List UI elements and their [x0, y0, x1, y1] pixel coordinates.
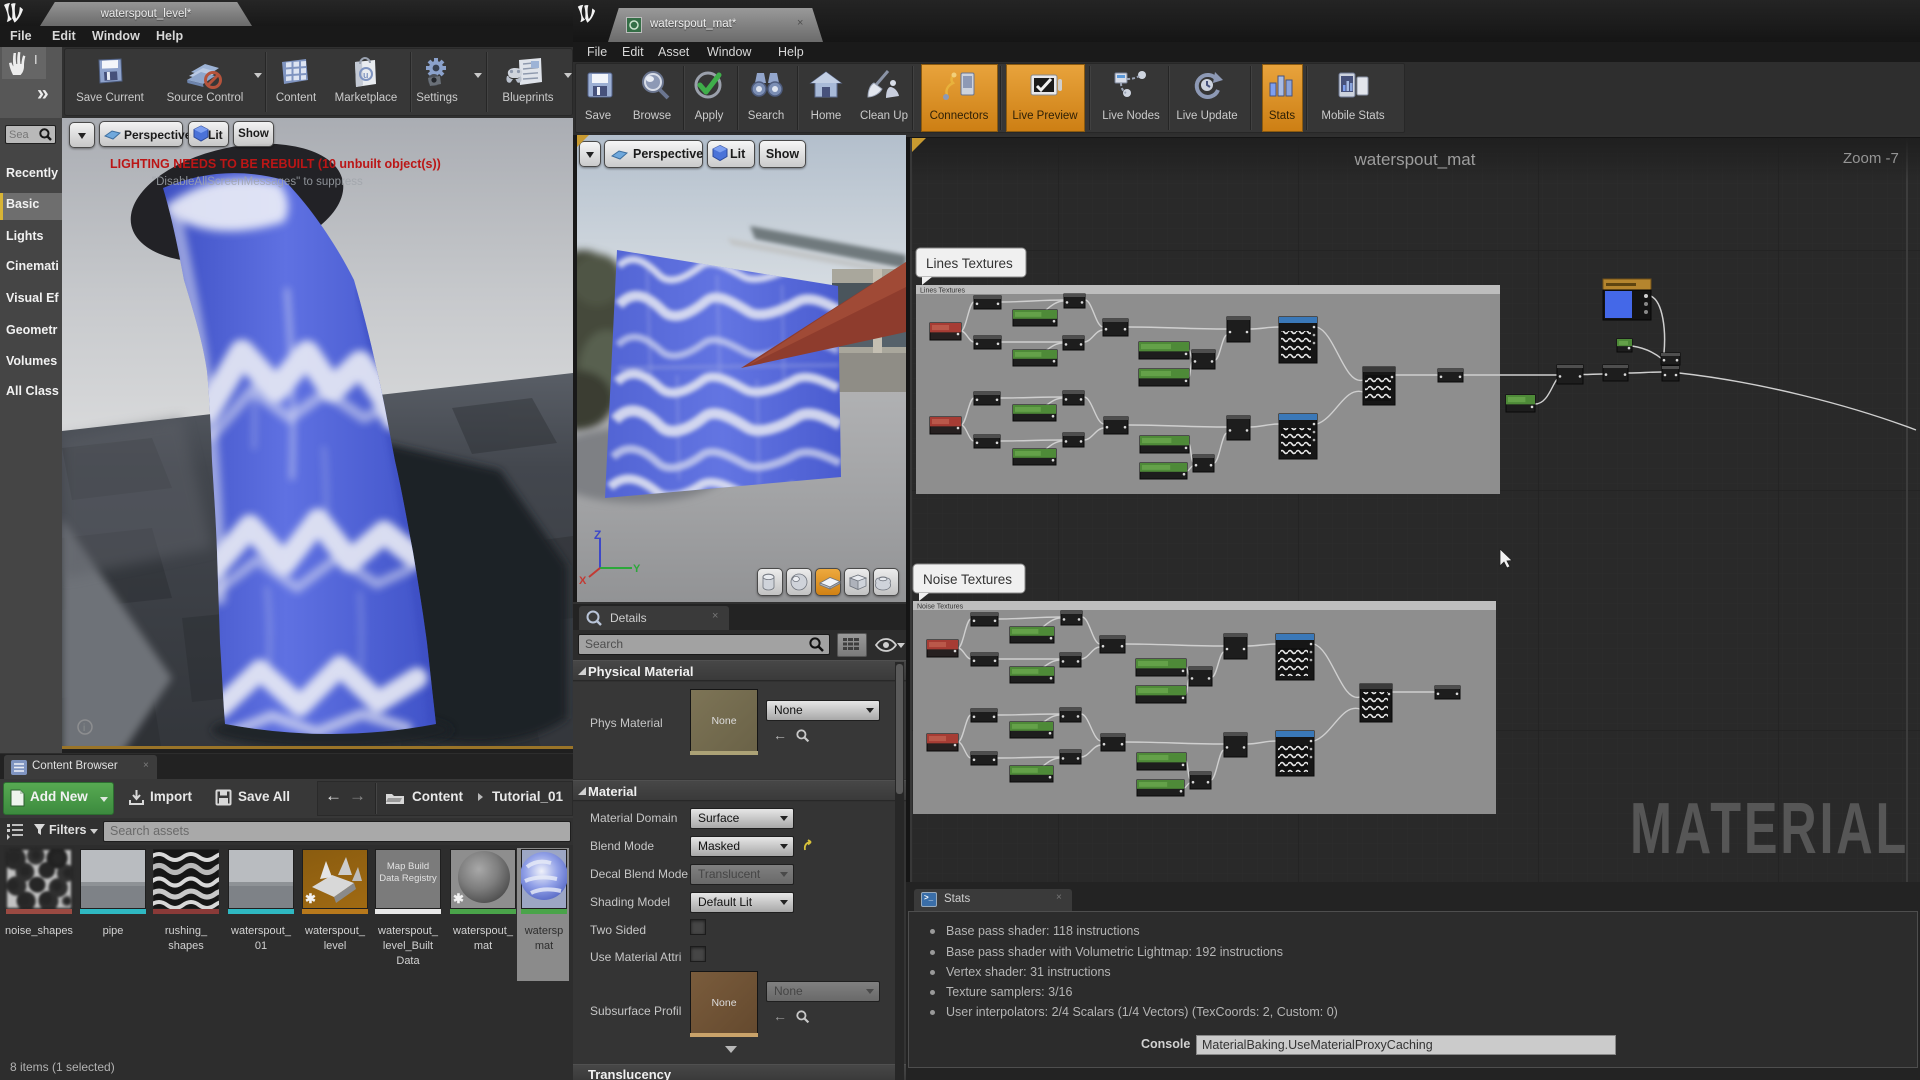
svg-text:Noise Textures: Noise Textures — [923, 572, 1012, 587]
svg-text:Lines Textures: Lines Textures — [926, 256, 1013, 271]
svg-text:Noise Textures: Noise Textures — [917, 604, 964, 611]
svg-text:Lines Textures: Lines Textures — [920, 288, 966, 295]
